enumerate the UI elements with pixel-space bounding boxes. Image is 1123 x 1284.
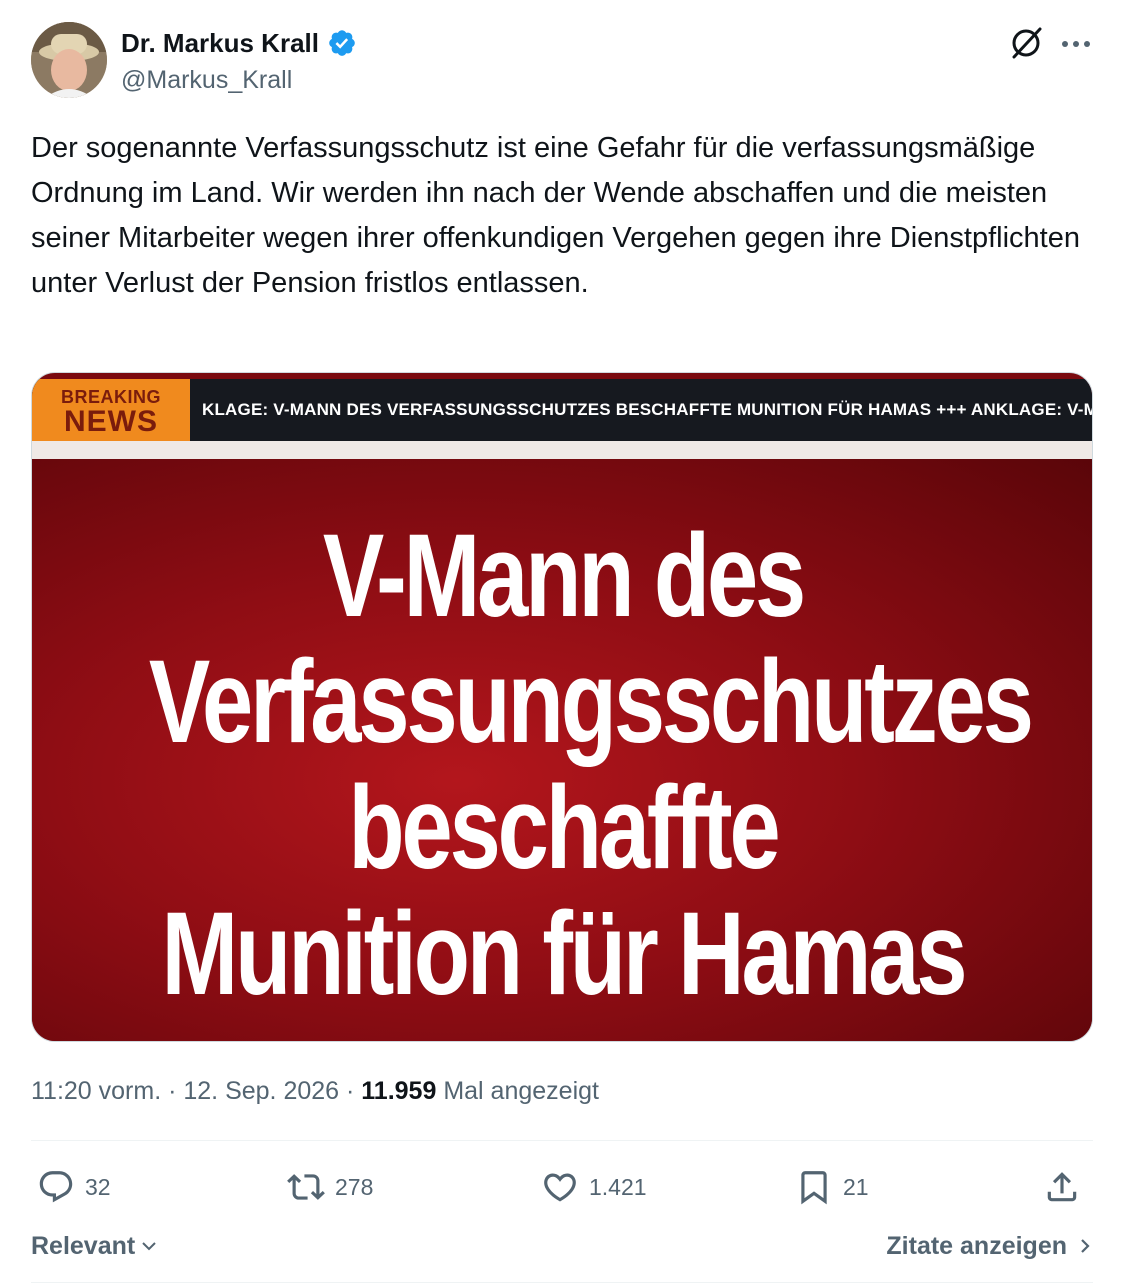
divider [31,1140,1093,1141]
divider [31,1282,1093,1283]
bookmark-count: 21 [843,1173,869,1200]
view-label: Mal angezeigt [436,1077,599,1105]
chevron-right-icon [1081,1239,1090,1253]
news-ticker: BREAKING NEWS KLAGE: V-MANN DES VERFASSU… [32,379,1092,441]
bookmark-button[interactable]: 21 [795,1164,869,1210]
reply-icon [39,1171,73,1203]
chevron-down-icon [142,1242,156,1251]
tweet-text: Der sogenannte Verfassungsschutz ist ein… [31,132,1080,299]
repost-icon [287,1174,325,1200]
ticker-divider [32,441,1092,459]
headline-line: V-Mann des [322,510,806,642]
quotes-label: Zitate anzeigen [886,1231,1067,1260]
tweet-image[interactable]: BREAKING NEWS KLAGE: V-MANN DES VERFASSU… [31,372,1093,1042]
timestamp[interactable]: 11:20 vorm. · 12. Sep. 2026 · [31,1077,361,1105]
author-names: Dr. Markus Krall @Markus_Krall [121,28,357,95]
repost-button[interactable]: 278 [287,1164,373,1210]
news-label: NEWS [64,405,158,438]
headline-line: Verfassungsschutzes [148,636,1034,768]
avatar[interactable] [31,22,107,98]
share-button[interactable] [1043,1164,1081,1210]
tweet-meta: 11:20 vorm. · 12. Sep. 2026 · 11.959 Mal… [31,1074,599,1108]
breaking-news-badge: BREAKING NEWS [32,379,190,441]
breaking-label: BREAKING [60,387,161,407]
headline-line: Munition für Hamas [161,888,968,1020]
sort-label: Relevant [31,1231,136,1260]
reply-sort-bar: Relevant Zitate anzeigen [31,1226,1093,1266]
sort-dropdown[interactable]: Relevant [31,1226,159,1266]
ticker-text: KLAGE: V-MANN DES VERFASSUNGSSCHUTZES BE… [202,400,1092,419]
like-count: 1.421 [589,1173,647,1200]
bookmark-icon [801,1171,827,1205]
more-icon[interactable] [1059,32,1093,56]
share-icon [1047,1172,1077,1202]
grok-icon[interactable] [1006,22,1046,62]
image-headline: V-Mann des Verfassungsschutzes beschafft… [32,510,1092,1020]
view-count: 11.959 [361,1077,437,1105]
action-bar: 32 278 1.421 21 [31,1164,1093,1210]
like-button[interactable]: 1.421 [541,1164,647,1210]
tweet-header: Dr. Markus Krall @Markus_Krall [31,22,1093,98]
repost-count: 278 [335,1173,374,1200]
headline-line: beschaffte [348,762,780,894]
reply-button[interactable]: 32 [37,1164,111,1210]
reply-count: 32 [85,1173,111,1200]
view-quotes-link[interactable]: Zitate anzeigen [886,1226,1093,1266]
verified-badge-icon[interactable] [327,28,357,58]
like-icon [544,1173,576,1202]
display-name[interactable]: Dr. Markus Krall [121,28,319,59]
author-handle[interactable]: @Markus_Krall [121,66,357,95]
